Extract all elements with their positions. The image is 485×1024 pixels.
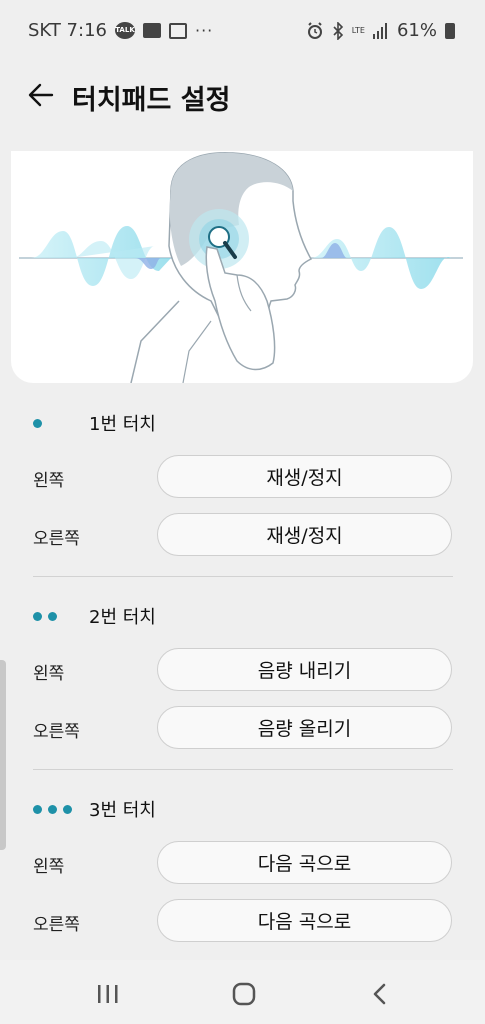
dot-icon xyxy=(48,804,57,814)
touchpad-illustration xyxy=(11,151,473,383)
action-select-left[interactable]: 재생/정지 xyxy=(157,455,452,498)
lte-icon: LTE xyxy=(351,25,365,35)
dot-icon xyxy=(33,804,42,814)
recent-apps-button[interactable] xyxy=(88,974,128,1014)
touch-group-2-header: 2번 터치 xyxy=(33,604,156,628)
row-label-left: 왼쪽 xyxy=(33,857,65,877)
group-title: 1번 터치 xyxy=(89,414,156,435)
row-label-left: 왼쪽 xyxy=(33,664,65,684)
row-label-right: 오른쪽 xyxy=(33,722,80,742)
message-icon xyxy=(142,23,161,38)
back-icon xyxy=(373,983,386,1005)
action-select-right[interactable]: 음량 올리기 xyxy=(157,706,452,749)
action-select-left[interactable]: 다음 곡으로 xyxy=(157,841,452,884)
dot-icon xyxy=(48,611,57,621)
recent-apps-icon xyxy=(98,985,118,1003)
screen: SKT 7:16 TALK ··· LTE 61% 터치패드 설정 1번 터치 … xyxy=(0,0,485,1024)
kakaotalk-icon: TALK xyxy=(114,22,135,39)
action-select-right[interactable]: 다음 곡으로 xyxy=(157,899,452,942)
bluetooth-icon xyxy=(333,21,343,40)
dot-icon xyxy=(33,418,42,428)
dot-icon xyxy=(33,611,42,621)
app-header: 터치패드 설정 xyxy=(0,70,485,120)
home-button[interactable] xyxy=(224,974,264,1014)
gallery-icon xyxy=(168,22,187,39)
touch-group-1-header: 1번 터치 xyxy=(33,411,156,435)
more-dots-icon: ··· xyxy=(194,21,214,40)
action-select-left[interactable]: 음량 내리기 xyxy=(157,648,452,691)
touch-group-3-header: 3번 터치 xyxy=(33,797,156,821)
nav-back-button[interactable] xyxy=(360,974,400,1014)
row-label-right: 오른쪽 xyxy=(33,529,80,549)
status-bar: SKT 7:16 TALK ··· LTE 61% xyxy=(0,0,485,60)
home-icon xyxy=(232,982,256,1006)
battery-icon xyxy=(445,22,455,39)
edge-panel-handle[interactable] xyxy=(0,660,6,850)
page-title: 터치패드 설정 xyxy=(72,85,231,116)
back-button[interactable] xyxy=(26,80,56,110)
carrier-time: SKT 7:16 xyxy=(28,20,107,41)
touch-count-dots xyxy=(33,418,89,428)
group-title: 3번 터치 xyxy=(89,800,156,821)
alarm-icon xyxy=(307,21,322,39)
signal-icon xyxy=(372,22,387,39)
divider xyxy=(33,769,453,770)
earbud-touch-illustration xyxy=(19,152,463,383)
row-label-right: 오른쪽 xyxy=(33,915,80,935)
arrow-left-icon xyxy=(28,83,54,107)
row-label-left: 왼쪽 xyxy=(33,471,65,491)
battery-percent: 61% xyxy=(396,20,437,41)
dot-icon xyxy=(63,804,72,814)
divider xyxy=(33,576,453,577)
group-title: 2번 터치 xyxy=(89,607,156,628)
touch-count-dots xyxy=(33,611,89,621)
action-select-right[interactable]: 재생/정지 xyxy=(157,513,452,556)
touch-count-dots xyxy=(33,804,89,814)
system-nav-bar xyxy=(0,960,485,1024)
